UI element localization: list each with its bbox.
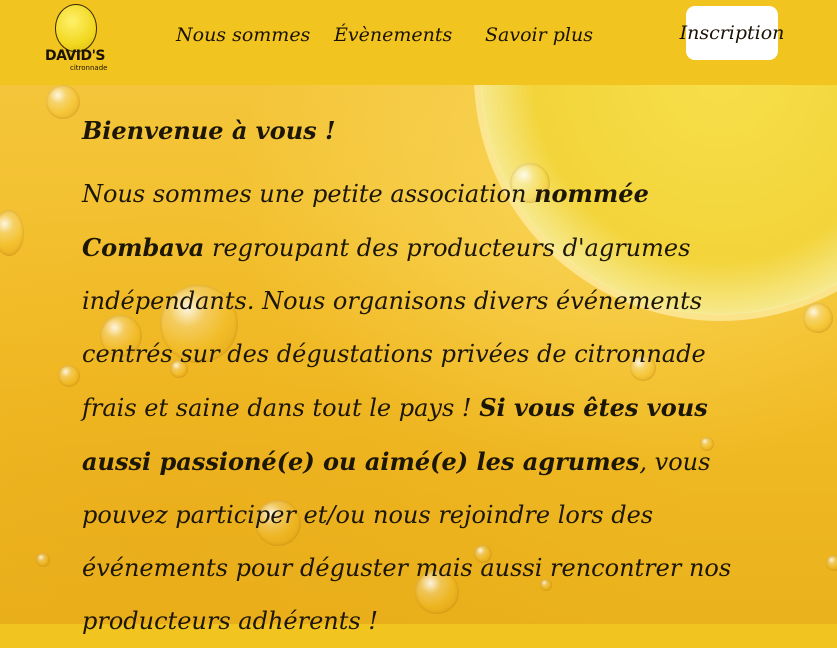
intro-paragraph: Nous sommes une petite association nommé… bbox=[82, 167, 762, 648]
logo-name: DAVID'S bbox=[44, 48, 106, 64]
bubble bbox=[36, 553, 50, 567]
bubble bbox=[826, 555, 837, 571]
nav-link-evenements[interactable]: Évènements bbox=[334, 24, 452, 46]
top-navbar: DAVID'S citronnade Nous sommes Évènement… bbox=[0, 0, 837, 85]
lemon-icon bbox=[55, 4, 97, 52]
logo[interactable]: DAVID'S citronnade bbox=[44, 4, 108, 76]
intro-text: Nous sommes une petite association bbox=[82, 180, 535, 208]
bubble bbox=[0, 210, 24, 256]
bubble bbox=[46, 85, 80, 119]
nav-link-nous-sommes[interactable]: Nous sommes bbox=[176, 24, 310, 46]
intro-text: , vous pouvez participer et/ou nous rejo… bbox=[82, 448, 732, 635]
main-content: Bienvenue à vous ! Nous sommes une petit… bbox=[82, 116, 762, 648]
bubble bbox=[58, 365, 80, 387]
signup-button[interactable]: Inscription bbox=[680, 6, 784, 60]
logo-subtitle: citronnade bbox=[70, 64, 108, 72]
welcome-heading: Bienvenue à vous ! bbox=[82, 116, 336, 145]
bubble bbox=[803, 303, 833, 333]
nav-link-savoir-plus[interactable]: Savoir plus bbox=[485, 24, 593, 46]
